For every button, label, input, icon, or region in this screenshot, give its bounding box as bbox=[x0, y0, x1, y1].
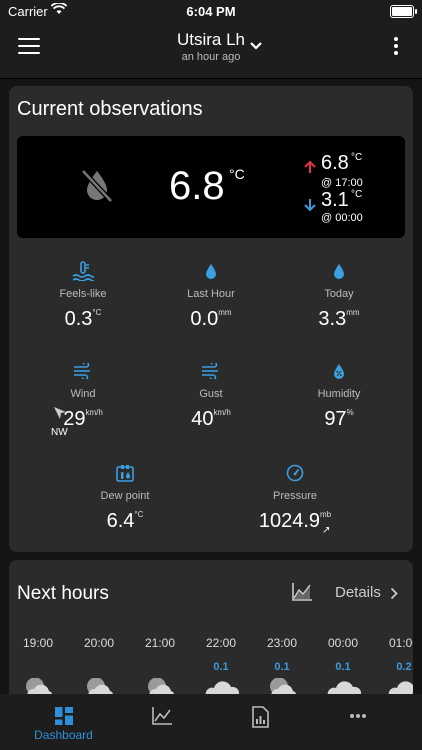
high-temperature-unit: °C bbox=[351, 152, 363, 163]
high-arrow-icon bbox=[303, 160, 317, 177]
metric-label: Gust bbox=[199, 388, 223, 400]
metric-value: 0.0mm bbox=[190, 308, 232, 330]
metric-label: Feels-like bbox=[59, 288, 107, 300]
metric-label: Dew point bbox=[100, 490, 150, 502]
metric-value: 40km/h bbox=[191, 408, 231, 430]
gauge-icon bbox=[231, 462, 359, 484]
raindrop-icon bbox=[275, 260, 403, 282]
battery-icon bbox=[390, 5, 417, 18]
tab-reports[interactable] bbox=[207, 694, 312, 750]
hour-label: 21:00 bbox=[144, 636, 176, 650]
low-temperature: 3.1 bbox=[321, 189, 349, 211]
tab-dashboard[interactable]: Dashboard bbox=[11, 694, 116, 750]
hour-precipitation: 0.1 bbox=[335, 661, 351, 673]
dew-point-icon bbox=[61, 462, 189, 484]
metric-value: 29km/h bbox=[63, 408, 103, 430]
metric-label: Humidity bbox=[317, 388, 361, 400]
low-temperature-time: @ 00:00 bbox=[321, 212, 363, 224]
hour-label: 01:00 bbox=[388, 636, 413, 650]
hour-precipitation: 0.2 bbox=[396, 661, 412, 673]
metric-dew-point: Dew point 6.4°C bbox=[61, 462, 189, 533]
tab-label: Dashboard bbox=[34, 728, 93, 742]
metric-pressure: Pressure 1024.9mb bbox=[231, 462, 359, 533]
chart-icon bbox=[109, 706, 214, 726]
pressure-trend-icon: ↗ bbox=[322, 525, 331, 536]
metric-value: 6.4°C bbox=[106, 510, 144, 532]
metric-value: 1024.9mb bbox=[258, 510, 332, 532]
current-observations-card: Current observations 6.8 °C 6.8 °C @ 17:… bbox=[9, 86, 413, 552]
low-arrow-icon bbox=[303, 198, 317, 215]
metric-feels-like: Feels-like 0.3°C bbox=[19, 260, 147, 331]
metric-label: Today bbox=[324, 288, 354, 300]
dashboard-icon bbox=[11, 706, 116, 726]
metric-value: 3.3mm bbox=[318, 308, 360, 330]
report-icon bbox=[207, 706, 312, 728]
hour-label: 19:00 bbox=[22, 636, 54, 650]
wind-icon bbox=[19, 360, 147, 382]
low-temperature-unit: °C bbox=[351, 189, 363, 200]
tab-more[interactable] bbox=[305, 694, 410, 750]
location-title[interactable]: Utsira Lh bbox=[0, 30, 422, 50]
next-hours-title: Next hours bbox=[17, 583, 109, 604]
hour-precipitation: 0.1 bbox=[213, 661, 229, 673]
hour-label: 00:00 bbox=[327, 636, 359, 650]
raindrop-icon bbox=[147, 260, 275, 282]
no-precipitation-icon bbox=[77, 166, 117, 211]
metric-label: Pressure bbox=[272, 490, 318, 502]
wind-direction: NW bbox=[51, 427, 68, 438]
status-bar: Carrier 6:04 PM bbox=[0, 0, 422, 24]
current-temperature: 6.8 bbox=[169, 164, 225, 208]
wind-icon bbox=[147, 360, 275, 382]
status-time: 6:04 PM bbox=[186, 4, 236, 19]
metric-last-hour: Last Hour 0.0mm bbox=[147, 260, 275, 331]
next-hours-card: Next hours Details 19:00 20:00 21:00 22:… bbox=[9, 560, 413, 700]
temperature-unit: °C bbox=[229, 166, 245, 182]
chart-icon[interactable] bbox=[291, 582, 313, 607]
hour-label: 20:00 bbox=[83, 636, 115, 650]
metric-value: 97% bbox=[324, 408, 354, 430]
metric-wind: Wind 29km/h bbox=[19, 360, 147, 431]
tab-charts[interactable] bbox=[109, 694, 214, 750]
card-title: Current observations bbox=[17, 98, 203, 120]
metric-today: Today 3.3mm bbox=[275, 260, 403, 331]
metric-label: Wind bbox=[70, 388, 96, 400]
more-options-icon[interactable] bbox=[394, 37, 400, 58]
more-icon bbox=[305, 706, 410, 726]
metric-gust: Gust 40km/h bbox=[147, 360, 275, 431]
temperature-panel: 6.8 °C 6.8 °C @ 17:00 3.1 °C @ 00:00 bbox=[17, 136, 405, 238]
hour-label: 23:00 bbox=[266, 636, 298, 650]
details-button[interactable]: Details bbox=[335, 584, 381, 601]
wind-direction-arrow-icon bbox=[53, 406, 67, 423]
high-temperature-time: @ 17:00 bbox=[321, 177, 363, 189]
last-updated: an hour ago bbox=[181, 51, 241, 63]
hour-label: 22:00 bbox=[205, 636, 237, 650]
high-temperature: 6.8 bbox=[321, 152, 349, 174]
thermometer-waves-icon bbox=[19, 260, 147, 282]
humidity-icon bbox=[275, 360, 403, 382]
metric-label: Last Hour bbox=[187, 288, 235, 300]
chevron-down-icon[interactable] bbox=[249, 38, 263, 56]
hour-precipitation: 0.1 bbox=[274, 661, 290, 673]
app-header: Utsira Lh an hour ago bbox=[0, 24, 422, 79]
tab-bar: Dashboard bbox=[0, 694, 422, 750]
metric-humidity: Humidity 97% bbox=[275, 360, 403, 431]
metric-value: 0.3°C bbox=[64, 308, 102, 330]
chevron-right-icon[interactable] bbox=[390, 587, 398, 605]
